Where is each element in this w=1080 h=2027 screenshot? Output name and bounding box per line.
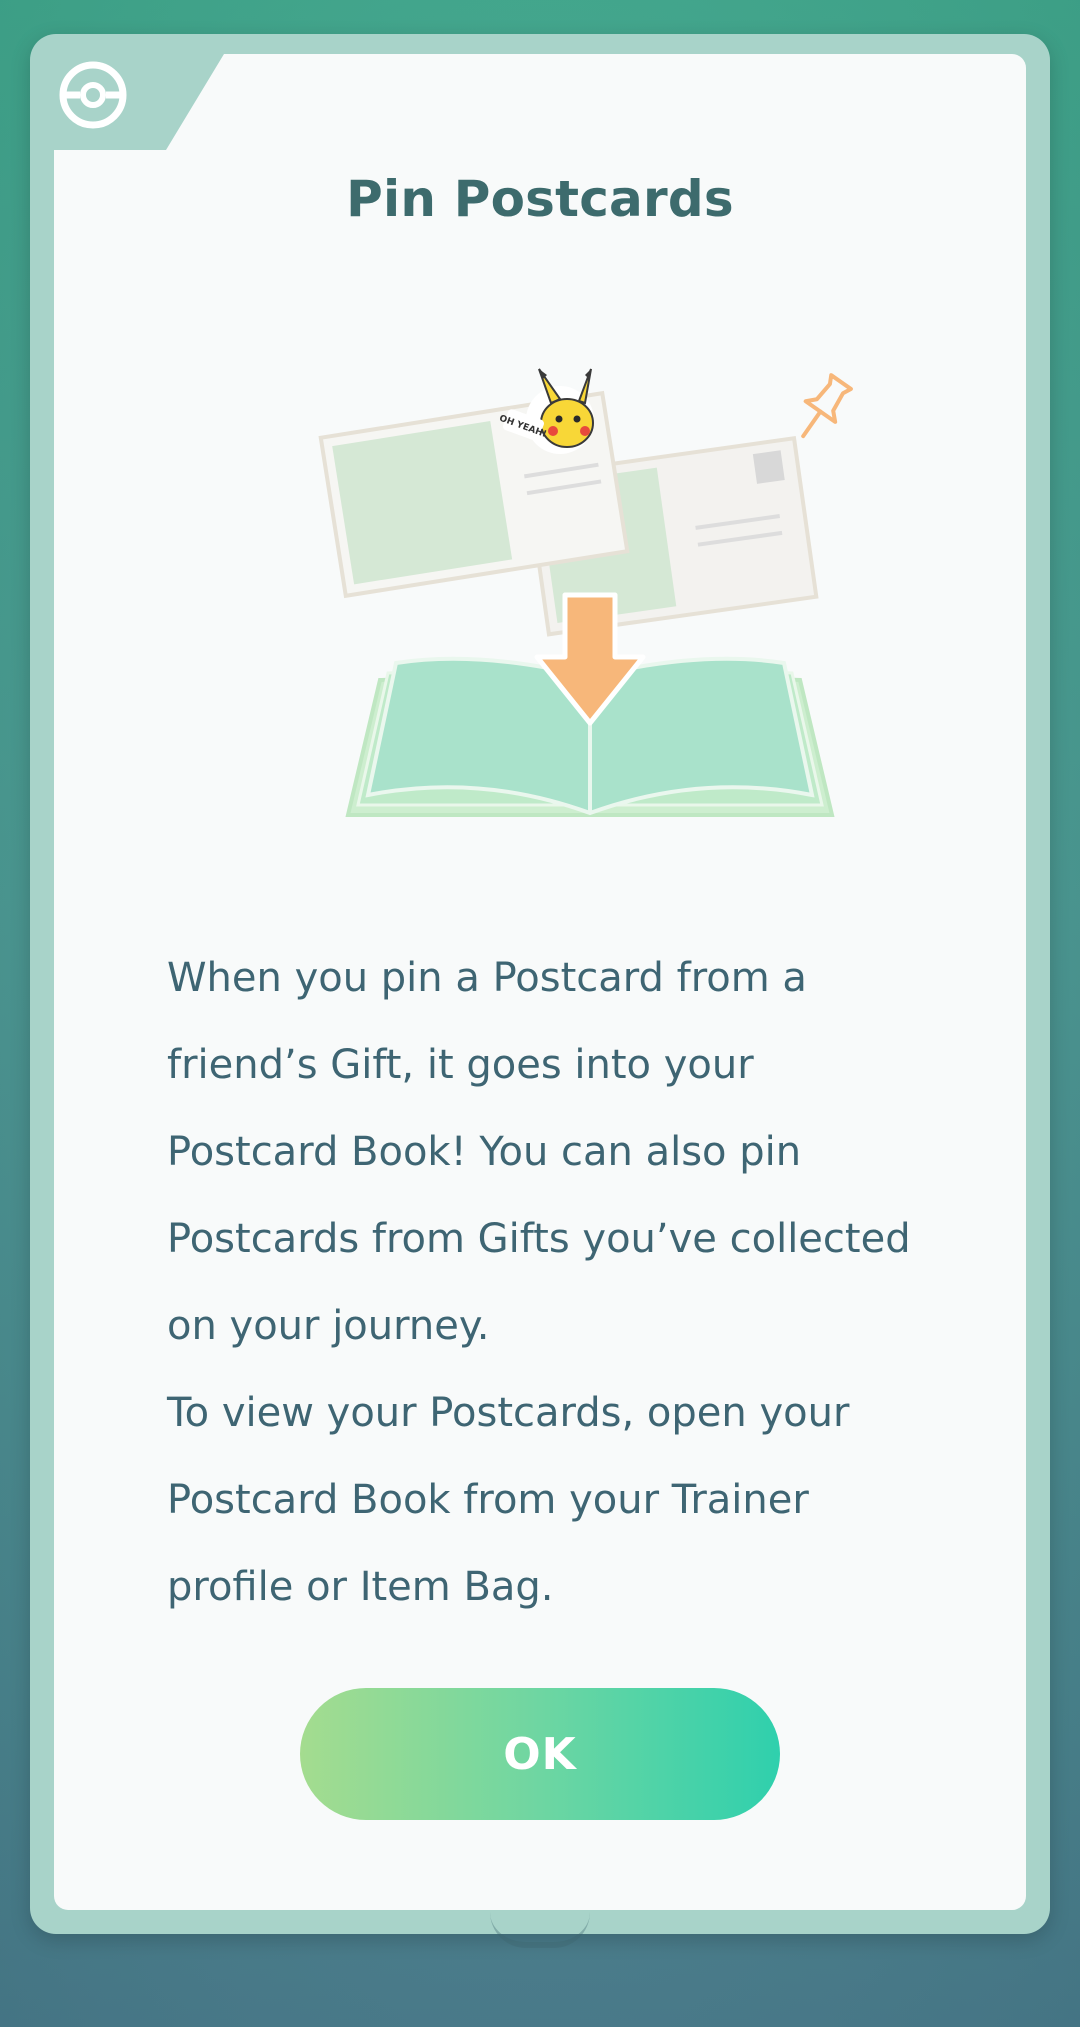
pokeball-icon [59,61,127,129]
pushpin-icon [801,373,853,439]
message-paragraph: When you pin a Postcard from a friend’s … [167,955,911,1349]
dialog-title: Pin Postcards [346,170,734,228]
ok-button[interactable]: OK [300,1688,780,1820]
message-paragraph: To view your Postcards, open your Postca… [167,1390,850,1610]
postcard-book-illustration: OH YEAH! [318,368,853,817]
dialog-message: When you pin a Postcard from a friend’s … [167,935,927,1631]
